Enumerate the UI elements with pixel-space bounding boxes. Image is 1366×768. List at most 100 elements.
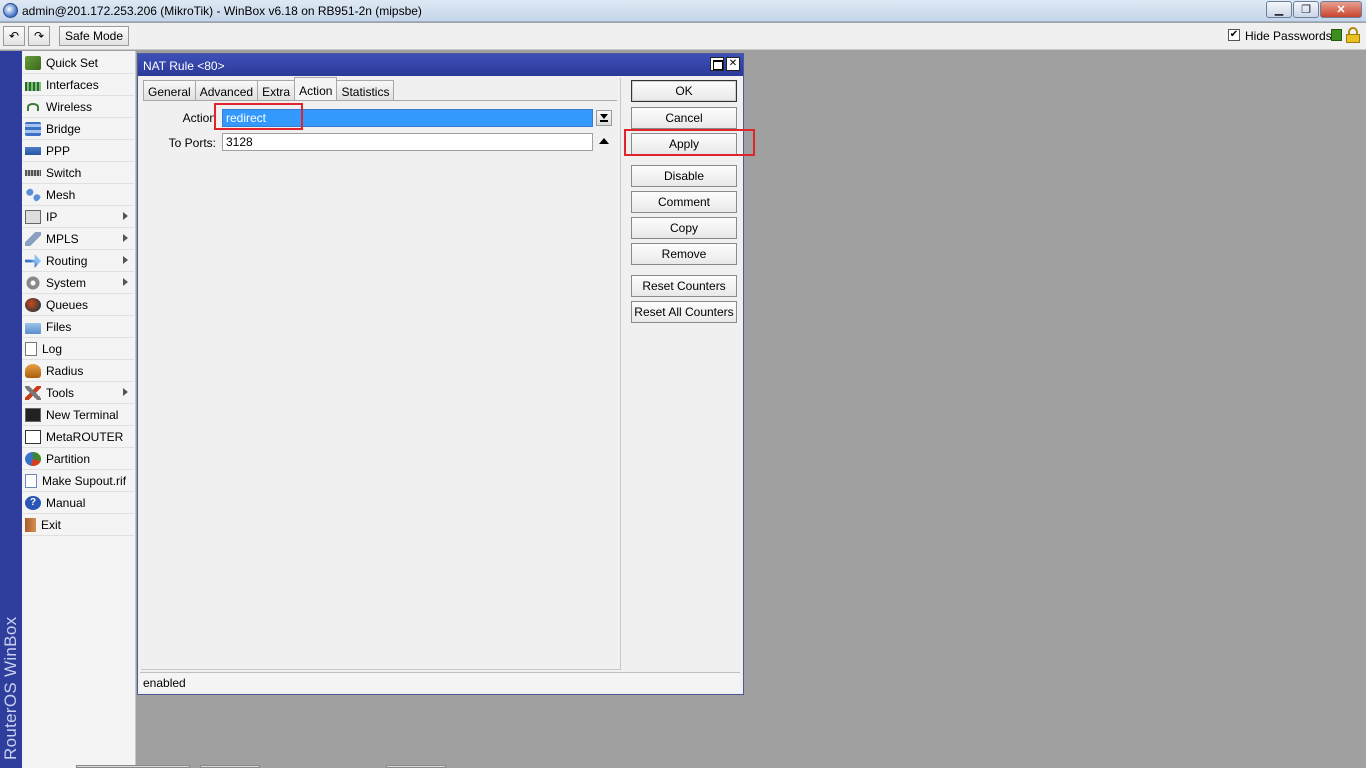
sidebar-item-label: Partition	[46, 452, 91, 466]
submenu-arrow-icon	[123, 278, 128, 286]
quick-set-icon	[25, 56, 41, 70]
interfaces-icon	[25, 81, 41, 91]
sidebar-item-label: Files	[46, 320, 72, 334]
sidebar-item-tools[interactable]: Tools	[22, 383, 134, 404]
minimize-button[interactable]: ▁	[1266, 1, 1292, 18]
winbox-app-icon	[3, 3, 18, 18]
manual-icon: ?	[25, 496, 41, 510]
hide-passwords-label: Hide Passwords	[1245, 29, 1332, 43]
brand-text: RouterOS WinBox	[1, 616, 20, 760]
sidebar-item-bridge[interactable]: Bridge	[22, 119, 134, 140]
sidebar-item-queues[interactable]: Queues	[22, 295, 134, 316]
sidebar-item-log[interactable]: Log	[22, 339, 134, 360]
submenu-arrow-icon	[123, 212, 128, 220]
undo-button[interactable]: ↶	[3, 26, 25, 46]
close-button[interactable]: ✕	[1320, 1, 1362, 18]
routing-icon	[25, 254, 41, 268]
apply-button[interactable]: Apply	[631, 133, 737, 155]
exit-icon	[25, 518, 36, 532]
sidebar-item-routing[interactable]: Routing	[22, 251, 134, 272]
redo-button[interactable]: ↷	[28, 26, 50, 46]
window-controls: ▁ ❐ ✕	[1265, 1, 1362, 18]
mpls-icon	[25, 232, 41, 246]
brand-strip: RouterOS WinBox	[0, 51, 22, 768]
submenu-arrow-icon	[123, 388, 128, 396]
copy-button[interactable]: Copy	[631, 217, 737, 239]
sidebar-item-radius[interactable]: Radius	[22, 361, 134, 382]
mesh-icon	[25, 188, 41, 202]
tab-statistics[interactable]: Statistics	[336, 80, 395, 100]
sidebar-item-label: Manual	[46, 496, 86, 510]
maximize-button[interactable]: ❐	[1293, 1, 1319, 18]
disable-button[interactable]: Disable	[631, 165, 737, 187]
sidebar-item-ppp[interactable]: PPP	[22, 141, 134, 162]
queues-icon	[25, 298, 41, 312]
sidebar-item-files[interactable]: Files	[22, 317, 134, 338]
sidebar-item-manual[interactable]: ? Manual	[22, 493, 134, 514]
window-title: admin@201.172.253.206 (MikroTik) - WinBo…	[22, 4, 422, 18]
sidebar-item-switch[interactable]: Switch	[22, 163, 134, 184]
wireless-icon	[27, 103, 39, 111]
reset-all-counters-button[interactable]: Reset All Counters	[631, 301, 737, 323]
nat-rule-dialog: NAT Rule <80> ✕ General Advanced Extra A…	[137, 53, 744, 695]
hide-passwords-checkbox[interactable]: ✔	[1228, 29, 1240, 41]
tab-general[interactable]: General	[143, 80, 196, 100]
sidebar-item-mesh[interactable]: Mesh	[22, 185, 134, 206]
dialog-status-bar: enabled	[140, 672, 740, 692]
action-select[interactable]: redirect	[222, 109, 593, 127]
ok-button[interactable]: OK	[631, 80, 737, 102]
sidebar-item-quick-set[interactable]: Quick Set	[22, 53, 134, 74]
sidebar-item-interfaces[interactable]: Interfaces	[22, 75, 134, 96]
dialog-maximize-button[interactable]	[710, 57, 724, 71]
safe-mode-button[interactable]: Safe Mode	[59, 26, 129, 46]
log-icon	[25, 342, 37, 356]
cancel-button[interactable]: Cancel	[631, 107, 737, 129]
dialog-title: NAT Rule <80>	[143, 59, 225, 73]
tab-action[interactable]: Action	[294, 77, 338, 100]
remove-button[interactable]: Remove	[631, 243, 737, 265]
sidebar-item-label: MPLS	[46, 232, 79, 246]
comment-button[interactable]: Comment	[631, 191, 737, 213]
metarouter-icon	[25, 430, 41, 444]
sidebar-item-label: Tools	[46, 386, 75, 400]
sidebar-item-mpls[interactable]: MPLS	[22, 229, 134, 250]
sidebar-item-label: Queues	[46, 298, 89, 312]
ip-icon	[25, 210, 41, 224]
main-toolbar: ↶ ↷ Safe Mode ✔ Hide Passwords	[0, 23, 1366, 50]
sidebar-item-wireless[interactable]: Wireless	[22, 97, 134, 118]
sidebar-item-system[interactable]: System	[22, 273, 134, 294]
collapse-arrow-icon[interactable]	[599, 138, 609, 144]
sidebar-item-label: Routing	[46, 254, 88, 268]
redo-icon: ↷	[33, 29, 45, 43]
system-icon	[25, 276, 41, 290]
to-ports-input[interactable]: 3128	[222, 133, 593, 151]
window-titlebar: admin@201.172.253.206 (MikroTik) - WinBo…	[0, 0, 1366, 22]
submenu-arrow-icon	[123, 234, 128, 242]
supout-icon	[25, 474, 37, 488]
files-icon	[25, 322, 41, 334]
ppp-icon	[25, 147, 41, 155]
sidebar-item-label: New Terminal	[46, 408, 119, 422]
sidebar-item-make-supout[interactable]: Make Supout.rif	[22, 471, 134, 492]
sidebar-item-exit[interactable]: Exit	[22, 515, 134, 536]
reset-counters-button[interactable]: Reset Counters	[631, 275, 737, 297]
submenu-arrow-icon	[123, 256, 128, 264]
switch-icon	[25, 170, 41, 176]
terminal-icon	[25, 408, 41, 422]
lock-icon	[1346, 27, 1360, 43]
sidebar-item-label: Make Supout.rif	[42, 474, 127, 488]
tab-advanced[interactable]: Advanced	[194, 80, 259, 100]
action-dropdown-button[interactable]	[596, 110, 612, 126]
dialog-close-button[interactable]: ✕	[726, 57, 740, 71]
dialog-titlebar: NAT Rule <80> ✕	[138, 54, 743, 76]
tab-extra[interactable]: Extra	[257, 80, 296, 100]
sidebar-item-new-terminal[interactable]: New Terminal	[22, 405, 134, 426]
sidebar-item-label: Bridge	[46, 122, 81, 136]
sidebar-item-ip[interactable]: IP	[22, 207, 134, 228]
dialog-content: General Advanced Extra Action Statistics…	[141, 77, 621, 670]
to-ports-label: To Ports:	[168, 136, 216, 150]
sidebar-item-partition[interactable]: Partition	[22, 449, 134, 470]
sidebar-item-label: Interfaces	[46, 78, 99, 92]
bridge-icon	[25, 122, 41, 136]
sidebar-item-metarouter[interactable]: MetaROUTER	[22, 427, 134, 448]
